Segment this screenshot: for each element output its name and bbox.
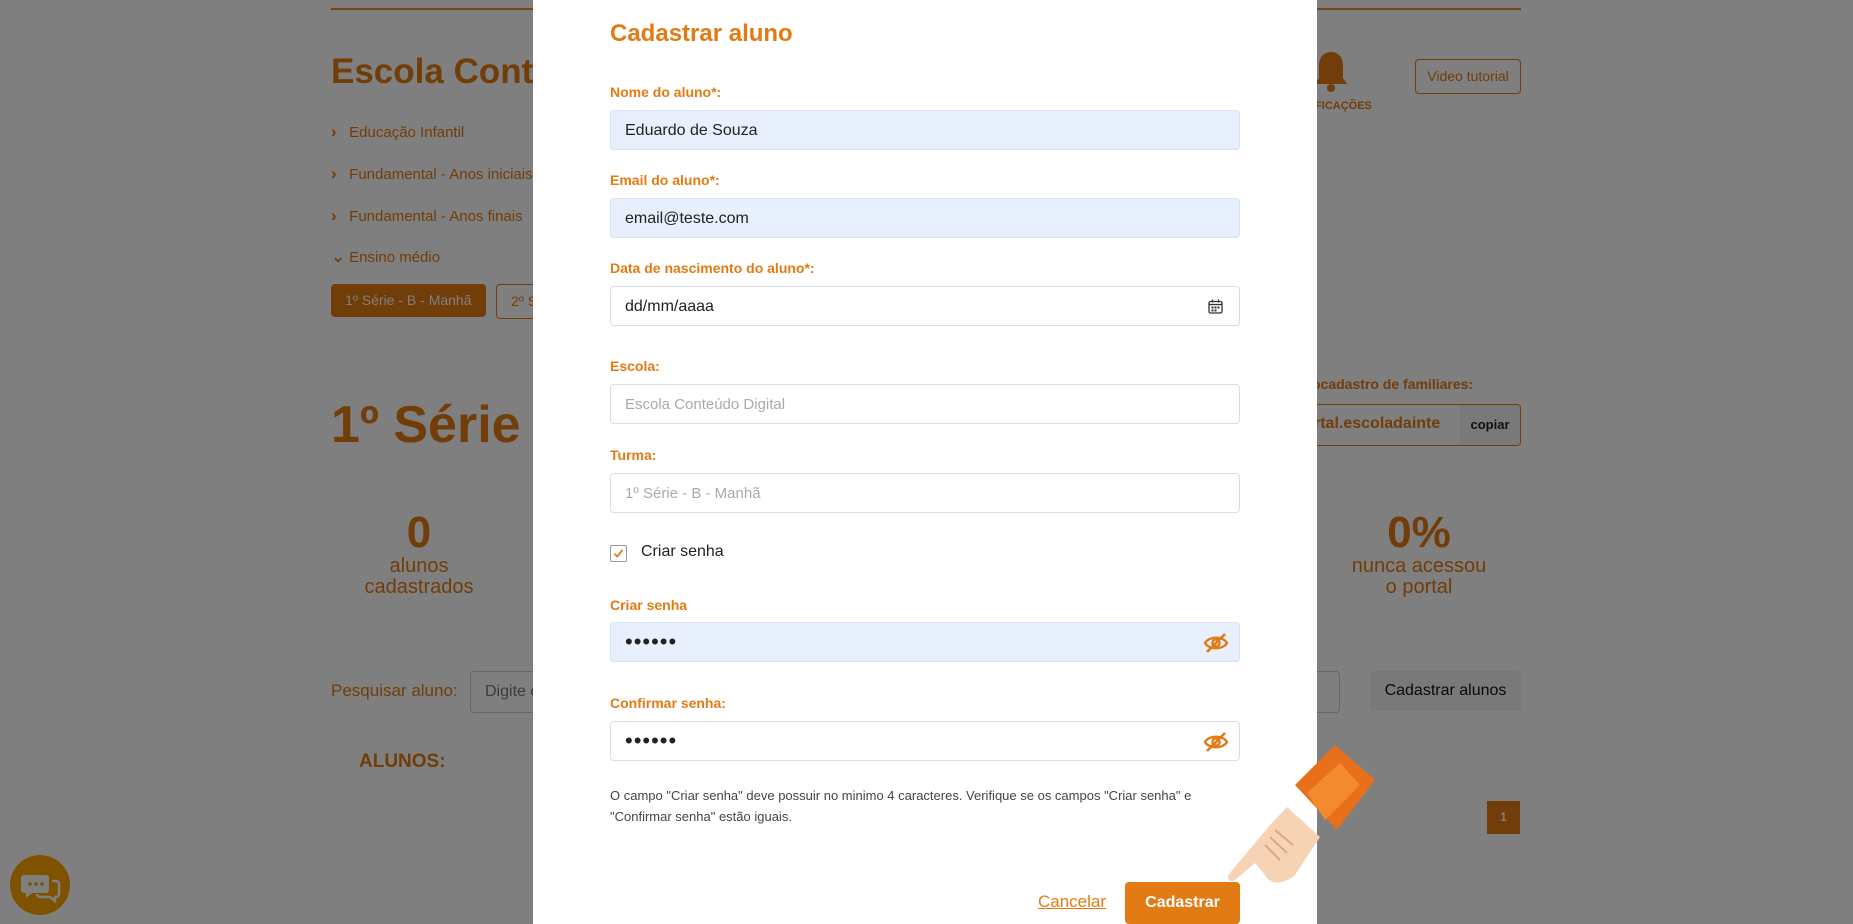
- create-password-checkbox[interactable]: [610, 545, 627, 562]
- birth-date-field[interactable]: dd/mm/aaaa: [610, 286, 1240, 326]
- register-student-modal: Cadastrar aluno Nome do aluno*: Eduardo …: [533, 0, 1317, 924]
- name-value: Eduardo de Souza: [625, 122, 758, 139]
- password-field[interactable]: ••••••: [610, 622, 1240, 662]
- modal-title: Cadastrar aluno: [610, 20, 793, 47]
- email-field[interactable]: email@teste.com: [610, 198, 1240, 238]
- class-field: 1º Série - B - Manhã: [610, 473, 1240, 513]
- eye-off-icon[interactable]: [1203, 631, 1229, 655]
- birth-date-label: Data de nascimento do aluno*:: [610, 260, 815, 276]
- school-placeholder: Escola Conteúdo Digital: [625, 396, 786, 413]
- email-value: email@teste.com: [625, 210, 749, 227]
- submit-button[interactable]: Cadastrar: [1125, 882, 1240, 924]
- birth-date-placeholder: dd/mm/aaaa: [625, 298, 714, 315]
- create-password-checkbox-label: Criar senha: [641, 543, 724, 560]
- cancel-button[interactable]: Cancelar: [1038, 892, 1106, 912]
- password-value: ••••••: [625, 629, 678, 654]
- pointing-hand-icon: [1227, 745, 1375, 883]
- email-label: Email do aluno*:: [610, 172, 720, 188]
- password-label: Criar senha: [610, 597, 688, 613]
- name-label: Nome do aluno*:: [610, 84, 722, 100]
- class-placeholder: 1º Série - B - Manhã: [625, 485, 761, 502]
- class-label: Turma:: [610, 447, 657, 463]
- confirm-password-value: ••••••: [625, 728, 678, 753]
- school-field: Escola Conteúdo Digital: [610, 384, 1240, 424]
- confirm-password-label: Confirmar senha:: [610, 695, 726, 711]
- confirm-password-field[interactable]: ••••••: [610, 721, 1240, 761]
- check-icon: [613, 549, 624, 558]
- name-field[interactable]: Eduardo de Souza: [610, 110, 1240, 150]
- password-hint: O campo "Criar senha" deve possuir no mi…: [610, 788, 1192, 824]
- calendar-icon[interactable]: [1208, 299, 1223, 314]
- school-label: Escola:: [610, 358, 660, 374]
